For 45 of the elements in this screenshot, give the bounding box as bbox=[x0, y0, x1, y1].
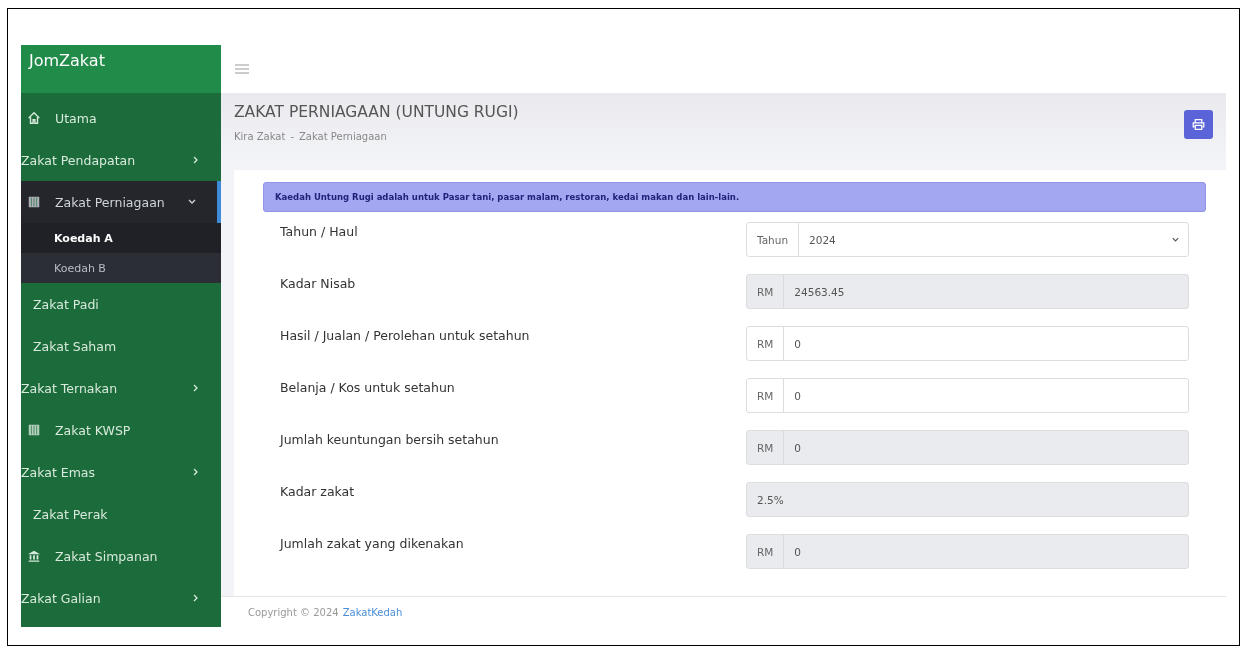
currency-prefix: RM bbox=[747, 327, 785, 360]
sidebar-item[interactable]: Zakat Pendapatan bbox=[21, 139, 221, 181]
sidebar-item[interactable]: Zakat Simpanan bbox=[21, 535, 221, 577]
sidebar-subitem[interactable]: Koedah A bbox=[21, 223, 221, 253]
field-label: Hasil / Jualan / Perolehan untuk setahun bbox=[280, 327, 530, 345]
currency-prefix: RM bbox=[747, 379, 785, 412]
breadcrumb-separator: - bbox=[290, 131, 294, 142]
breadcrumb-item: Zakat Perniagaan bbox=[299, 131, 387, 142]
field-label: Jumlah keuntungan bersih setahun bbox=[280, 431, 499, 449]
sidebar-item[interactable]: Zakat KWSP bbox=[21, 409, 221, 451]
info-alert: Kaedah Untung Rugi adalah untuk Pasar tani, pasar malam, restoran, kedai makan dan lain-lain. bbox=[263, 182, 1206, 212]
year-select[interactable]: 2024 bbox=[799, 233, 1171, 246]
field-label: Belanja / Kos untuk setahun bbox=[280, 379, 455, 397]
sidebar-subitem[interactable]: Koedah B bbox=[21, 253, 221, 283]
app-logo[interactable]: JomZakat bbox=[21, 45, 221, 93]
sidebar-item[interactable]: Zakat Saham bbox=[21, 325, 221, 367]
print-icon bbox=[1192, 118, 1205, 131]
sidebar-item[interactable]: Zakat Galian bbox=[21, 577, 221, 619]
home-icon bbox=[27, 111, 41, 125]
sidebar-item[interactable]: Zakat Perniagaan bbox=[21, 181, 221, 223]
readonly-field: 0 bbox=[784, 441, 1188, 454]
sidebar-item[interactable]: Zakat Padi bbox=[21, 283, 221, 325]
currency-prefix: Tahun bbox=[747, 223, 800, 256]
input-field[interactable]: 0 bbox=[784, 337, 1188, 350]
input-field[interactable]: 0 bbox=[784, 389, 1188, 402]
field-label: Tahun / Haul bbox=[280, 223, 358, 241]
copyright-text: Copyright © 2024 bbox=[248, 606, 339, 618]
bank-icon bbox=[27, 549, 41, 563]
currency-prefix: RM bbox=[747, 431, 785, 464]
sidebar-item[interactable]: Utama bbox=[21, 97, 221, 139]
field-label: Kadar zakat bbox=[280, 483, 355, 501]
readonly-field: 24563.45 bbox=[784, 285, 1188, 298]
sidebar-item[interactable]: Zakat Emas bbox=[21, 451, 221, 493]
readonly-field: 0 bbox=[784, 545, 1188, 558]
field-label: Kadar Nisab bbox=[280, 275, 356, 293]
breadcrumb-item[interactable]: Kira Zakat bbox=[234, 131, 286, 142]
currency-prefix: RM bbox=[747, 535, 785, 568]
page-title: ZAKAT PERNIAGAAN (UNTUNG RUGI) bbox=[234, 103, 519, 121]
footer-link[interactable]: ZakatKedah bbox=[342, 606, 403, 618]
currency-prefix: RM bbox=[747, 275, 785, 308]
sidebar-item[interactable]: Zakat Perak bbox=[21, 493, 221, 535]
print-button[interactable] bbox=[1184, 110, 1213, 139]
sidebar-item[interactable]: Zakat Ternakan bbox=[21, 367, 221, 409]
caret-icon bbox=[1171, 235, 1180, 244]
field-label: Jumlah zakat yang dikenakan bbox=[280, 535, 464, 553]
